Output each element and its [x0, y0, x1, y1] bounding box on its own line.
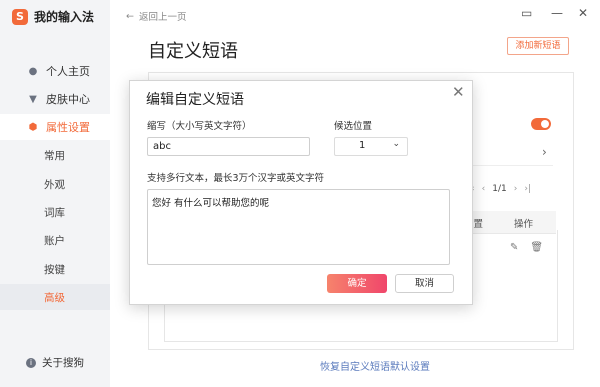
add-phrase-button[interactable]: 添加新短语: [507, 37, 569, 55]
abbr-label: 缩写（大小写英文字符）: [147, 121, 252, 132]
content-textarea[interactable]: 您好 有什么可以帮助您的呢: [147, 189, 450, 265]
cancel-button[interactable]: 取消: [395, 274, 454, 293]
person-icon: ●: [28, 65, 38, 77]
close-icon[interactable]: ✕: [452, 83, 465, 101]
dialog-title: 编辑自定义短语: [146, 92, 244, 108]
position-select[interactable]: 1 ⌄: [334, 137, 408, 156]
page-title: 自定义短语: [148, 41, 238, 62]
restore-defaults-link[interactable]: 恢复自定义短语默认设置: [320, 358, 430, 373]
sidebar-item-label: 属性设置: [46, 121, 90, 134]
chevron-down-icon: ⌄: [392, 139, 400, 149]
sidebar-item-profile[interactable]: ● 个人主页: [0, 58, 110, 84]
confirm-button[interactable]: 确定: [327, 274, 387, 293]
next-page-icon[interactable]: ›: [514, 184, 518, 194]
table-row-actions: ✎ 🗑: [510, 242, 543, 253]
content-label: 支持多行文本，最长3万个汉字或英文字符: [147, 173, 325, 184]
subitem-label: 词库: [44, 206, 65, 219]
feedback-icon[interactable]: ▭: [521, 6, 532, 20]
chevron-right-icon[interactable]: ›: [542, 145, 547, 159]
info-icon: i: [26, 357, 36, 368]
arrow-left-icon: ←: [126, 10, 134, 22]
subitem-label: 常用: [44, 149, 65, 162]
subitem-label: 高级: [44, 291, 65, 304]
subitem-label: 按键: [44, 263, 65, 276]
trash-icon[interactable]: 🗑: [530, 242, 543, 253]
sidebar-subitem-account[interactable]: 账户: [0, 227, 110, 253]
position-value: 1: [359, 140, 366, 151]
page-info: 1/1: [492, 184, 507, 194]
abbr-input[interactable]: abc: [147, 137, 310, 156]
column-actions: 操作: [514, 219, 534, 230]
shirt-icon: ▼: [29, 93, 37, 105]
back-link[interactable]: ← 返回上一页: [126, 9, 187, 24]
app-title: 我的输入法: [34, 10, 95, 24]
sidebar-item-label: 个人主页: [46, 65, 90, 78]
position-label: 候选位置: [334, 121, 373, 132]
sidebar-subitem-dictionary[interactable]: 词库: [0, 199, 110, 225]
sogou-logo-icon: S: [12, 8, 28, 25]
sidebar-item-settings[interactable]: ⬢ 属性设置: [0, 114, 110, 140]
subitem-label: 账户: [44, 234, 65, 247]
sidebar-item-skins[interactable]: ▼ 皮肤中心: [0, 86, 110, 112]
enable-toggle[interactable]: [531, 118, 551, 130]
close-window-icon[interactable]: ✕: [578, 6, 588, 20]
about-link[interactable]: i 关于搜狗: [26, 355, 84, 370]
app-logo: S 我的输入法: [12, 8, 94, 25]
about-label: 关于搜狗: [42, 357, 84, 369]
gear-icon: ⬢: [28, 121, 38, 133]
minimize-icon[interactable]: —: [551, 6, 563, 20]
pagination: |‹ ‹ 1/1 › ›|: [468, 184, 531, 194]
edit-phrase-dialog: 编辑自定义短语 ✕ 缩写（大小写英文字符） abc 候选位置 1 ⌄ 支持多行文…: [129, 80, 473, 305]
last-page-icon[interactable]: ›|: [524, 184, 531, 194]
sidebar-item-label: 皮肤中心: [46, 93, 90, 106]
edit-icon[interactable]: ✎: [510, 242, 518, 253]
back-label: 返回上一页: [138, 12, 187, 23]
sidebar-subitem-advanced[interactable]: 高级: [0, 284, 110, 310]
sidebar-subitem-keys[interactable]: 按键: [0, 256, 110, 282]
prev-page-icon[interactable]: ‹: [482, 184, 486, 194]
sidebar-subitem-common[interactable]: 常用: [0, 142, 110, 168]
subitem-label: 外观: [44, 178, 65, 191]
sidebar-subitem-appearance[interactable]: 外观: [0, 171, 110, 197]
